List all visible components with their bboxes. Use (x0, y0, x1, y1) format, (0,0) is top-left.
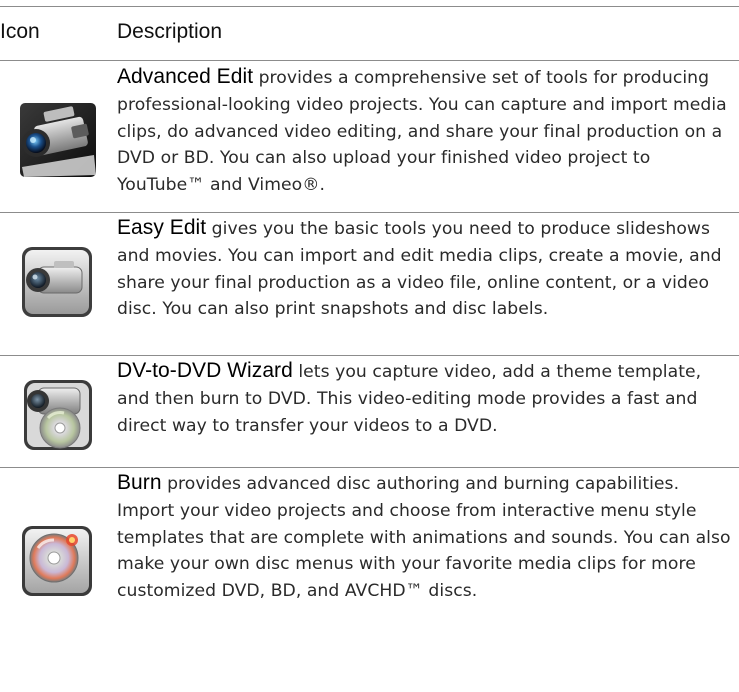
table-row-easy-edit: Easy Edit gives you the basic tools you … (0, 213, 739, 354)
mode-name: Easy Edit (117, 216, 207, 239)
mode-name: Burn (117, 471, 162, 494)
row-description: Burn provides advanced disc authoring an… (117, 470, 731, 605)
table-row-burn: Burn provides advanced disc authoring an… (0, 468, 739, 692)
mode-description: provides advanced disc authoring and bur… (117, 474, 731, 602)
mode-description: gives you the basic tools you need to pr… (117, 219, 722, 320)
table-row-advanced-edit: Advanced Edit provides a comprehensive s… (0, 61, 739, 212)
header-description-label: Description (117, 20, 223, 43)
camcorder-icon (14, 239, 100, 325)
table-header: Icon Description (0, 6, 739, 50)
header-icon-label: Icon (0, 20, 40, 43)
row-description: Easy Edit gives you the basic tools you … (117, 215, 731, 323)
row-description: Advanced Edit provides a comprehensive s… (117, 64, 731, 199)
video-camera-icon (14, 95, 100, 181)
row-description: DV-to-DVD Wizard lets you capture video,… (117, 358, 731, 439)
mode-name: Advanced Edit (117, 65, 254, 88)
mode-name: DV-to-DVD Wizard (117, 359, 293, 382)
disc-burn-icon (14, 518, 100, 604)
camcorder-disc-icon (14, 372, 100, 458)
table-row-dv-to-dvd-wizard: DV-to-DVD Wizard lets you capture video,… (0, 356, 739, 467)
